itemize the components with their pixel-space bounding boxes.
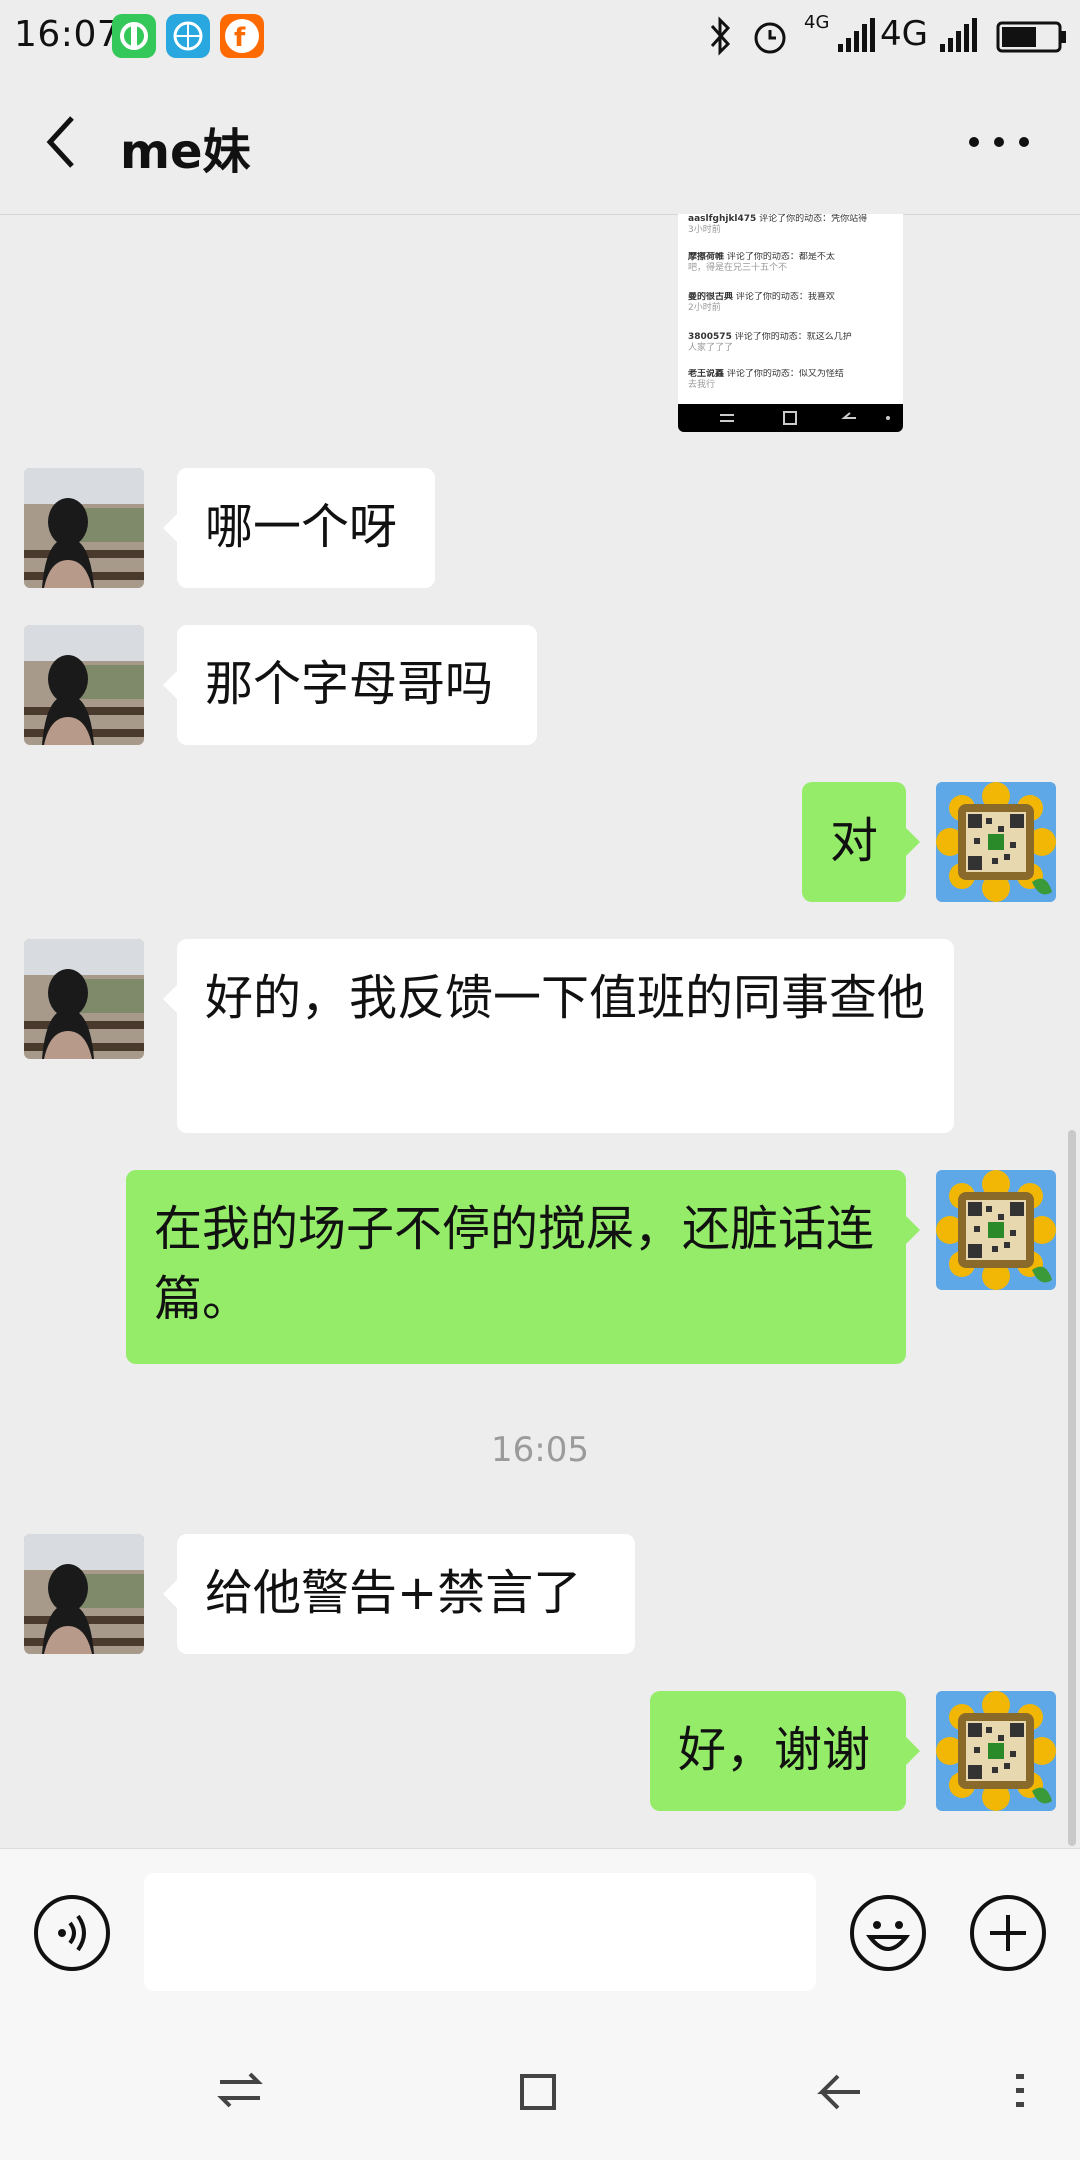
message-text: 在我的场子不停的搅屎，还脏话连篇。 [154, 1201, 875, 1327]
message-bubble-outgoing[interactable]: 对 [802, 782, 906, 902]
screenshot-row-sub: 2小时前 [688, 303, 721, 313]
menu-icon[interactable] [1010, 2066, 1030, 2114]
message-text: 好，谢谢 [678, 1722, 871, 1778]
message-bubble-incoming[interactable]: 给他警告+禁言了 [177, 1534, 635, 1654]
screenshot-row-text: 评论了你的动态：凭你站得 [759, 214, 868, 224]
screenshot-row-text: 评论了你的动态：就这么几护 [734, 332, 852, 342]
app-notification-icon: f [220, 14, 264, 58]
chat-scrollbar[interactable] [1068, 1130, 1076, 1846]
contact-avatar[interactable] [24, 1534, 144, 1654]
message-bubble-incoming[interactable]: 好的，我反馈一下值班的同事查他 [177, 939, 954, 1133]
network-type-1: 4G [804, 12, 830, 33]
screenshot-row: 3800575 评论了你的动态：就这么几护 人家了了了 [688, 332, 893, 366]
screenshot-row-name: 老王说鑫 [688, 369, 725, 379]
message-bubble-incoming[interactable]: 哪一个呀 [177, 468, 435, 588]
back-icon[interactable] [816, 2066, 864, 2114]
status-time: 16:07 [14, 14, 121, 55]
my-avatar[interactable] [936, 1170, 1056, 1290]
home-icon[interactable] [516, 2066, 564, 2114]
emoji-icon[interactable] [850, 1895, 926, 1971]
bubble-tail [163, 514, 177, 542]
message-bubble-outgoing[interactable]: 在我的场子不停的搅屎，还脏话连篇。 [126, 1170, 906, 1364]
contact-avatar[interactable] [24, 625, 144, 745]
message-text: 哪一个呀 [205, 499, 398, 555]
screenshot-row-text: 评论了你的动态：似又为怪结 [726, 369, 844, 379]
more-dots-icon[interactable] [964, 132, 1034, 152]
system-navigation-bar [0, 2016, 1080, 2160]
screenshot-row-name: aaslfghjkl475 [688, 214, 757, 224]
bubble-tail [906, 828, 920, 856]
screenshot-row: aaslfghjkl475 评论了你的动态：凭你站得 3小时前 [688, 214, 893, 248]
message-text: 好的，我反馈一下值班的同事查他 [205, 970, 926, 1026]
my-avatar[interactable] [936, 1691, 1056, 1811]
message-timestamp: 16:05 [491, 1430, 589, 1470]
message-text: 给他警告+禁言了 [205, 1565, 582, 1621]
input-bar [0, 1848, 1080, 2017]
screenshot-row: 老王说鑫 评论了你的动态：似又为怪结 去我行 [688, 369, 893, 403]
message-input[interactable] [144, 1873, 816, 1991]
status-bar: 16:07 f 4G 4G [0, 0, 1080, 72]
message-text: 对 [829, 813, 878, 869]
screenshot-row-name: 摩擦荷帷 [688, 252, 725, 262]
alarm-icon [754, 22, 786, 54]
screenshot-row-text: 评论了你的动态：我喜欢 [735, 292, 835, 302]
screenshot-row-sub: 3小时前 [688, 225, 721, 235]
screenshot-row-sub: 吧，得是在兄三十五个不 [688, 263, 788, 273]
bubble-tail [163, 1580, 177, 1608]
contact-avatar[interactable] [24, 468, 144, 588]
contact-avatar[interactable] [24, 939, 144, 1059]
app-notification-icon [112, 14, 156, 58]
screenshot-row-sub: 人家了了了 [688, 343, 734, 353]
screenshot-row: 曼的很古典 评论了你的动态：我喜欢 2小时前 [688, 292, 893, 326]
bluetooth-icon [710, 16, 731, 56]
screenshot-row-text: 评论了你的动态：都是不太 [726, 252, 835, 262]
message-bubble-incoming[interactable]: 那个字母哥吗 [177, 625, 537, 745]
signal-icon [838, 18, 875, 52]
battery-icon [996, 21, 1066, 53]
bubble-tail [906, 1737, 920, 1765]
app-notification-icon [166, 14, 210, 58]
chat-header: me妹 [0, 72, 1080, 215]
screenshot-row-name: 曼的很古典 [688, 292, 734, 302]
chat-title: me妹 [120, 124, 251, 180]
message-bubble-outgoing[interactable]: 好，谢谢 [650, 1691, 906, 1811]
chevron-left-icon[interactable] [40, 112, 80, 172]
message-text: 那个字母哥吗 [205, 656, 494, 712]
svg-text:f: f [234, 23, 246, 53]
image-message[interactable]: aaslfghjkl475 评论了你的动态：凭你站得 3小时前 摩擦荷帷 评论了你… [678, 214, 903, 432]
switch-apps-icon[interactable] [216, 2066, 264, 2114]
screenshot-nav-bar [678, 404, 903, 432]
network-type-2: 4G [880, 14, 928, 54]
bubble-tail [163, 985, 177, 1013]
screenshot-row-name: 3800575 [688, 332, 732, 342]
screenshot-row-sub: 去我行 [688, 380, 716, 390]
bubble-tail [163, 671, 177, 699]
voice-icon[interactable] [34, 1895, 110, 1971]
chat-area[interactable]: aaslfghjkl475 评论了你的动态：凭你站得 3小时前 摩擦荷帷 评论了你… [0, 214, 1080, 1848]
bubble-tail [906, 1216, 920, 1244]
signal-icon [940, 18, 977, 52]
my-avatar[interactable] [936, 782, 1056, 902]
plus-icon[interactable] [970, 1895, 1046, 1971]
screenshot-row: 摩擦荷帷 评论了你的动态：都是不太 吧，得是在兄三十五个不 [688, 252, 893, 286]
